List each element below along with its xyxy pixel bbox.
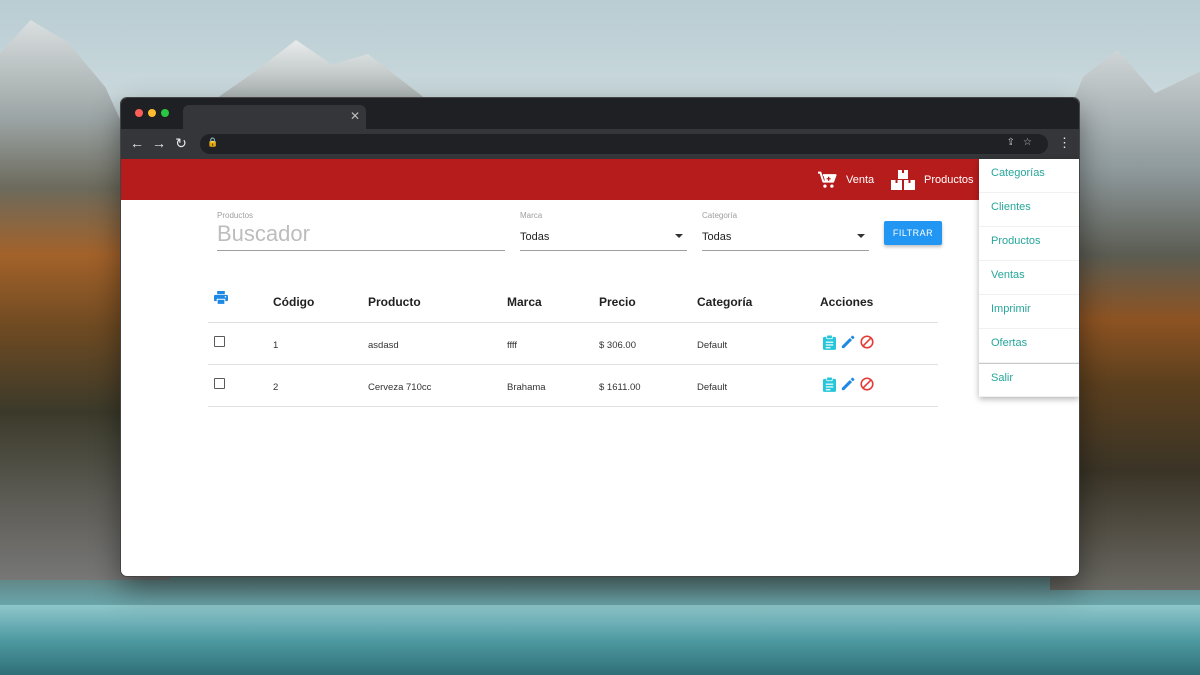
address-bar[interactable]: 🔒 ⇪☆ [200, 134, 1048, 154]
search-underline [217, 250, 505, 251]
share-and-bookmark-icons[interactable]: ⇪☆ [1007, 137, 1040, 148]
nav-productos[interactable]: Productos [891, 159, 974, 200]
categoria-select[interactable]: Categoría Todas [702, 211, 869, 251]
header-codigo: Código [273, 295, 315, 309]
cell-precio: $ 306.00 [599, 340, 636, 351]
cart-icon [818, 171, 837, 188]
row-checkbox[interactable] [214, 336, 225, 347]
caret-down-icon [857, 234, 865, 238]
print-icon[interactable] [213, 291, 229, 310]
row-checkbox[interactable] [214, 378, 225, 389]
categoria-underline [702, 250, 869, 251]
minimize-window-button[interactable] [148, 109, 156, 117]
cell-marca: Brahama [507, 382, 546, 393]
products-table: Código Producto Marca Precio Categoría A… [208, 281, 938, 407]
header-marca: Marca [507, 295, 542, 309]
nav-dropdown-menu: Categorías Clientes Productos Ventas Imp… [979, 159, 1079, 397]
cell-categoria: Default [697, 340, 728, 351]
pencil-icon[interactable] [840, 376, 856, 392]
browser-toolbar: ← → ↻ 🔒 ⇪☆ ⋮ [121, 129, 1079, 159]
pencil-icon[interactable] [840, 334, 856, 350]
filter-button[interactable]: FILTRAR [884, 221, 942, 245]
cell-marca: ffff [507, 340, 518, 351]
categoria-select-value: Todas [702, 231, 732, 243]
header-precio: Precio [599, 295, 636, 309]
search-input[interactable] [217, 221, 505, 247]
clipboard-icon[interactable] [821, 376, 837, 392]
header-acciones: Acciones [820, 295, 874, 309]
row-actions [821, 334, 875, 350]
maximize-window-button[interactable] [161, 109, 169, 117]
table-header: Código Producto Marca Precio Categoría A… [208, 281, 938, 323]
menu-item-ofertas[interactable]: Ofertas [979, 329, 1079, 363]
menu-item-imprimir[interactable]: Imprimir [979, 295, 1079, 329]
cell-codigo: 2 [273, 382, 279, 393]
cell-producto: asdasd [368, 340, 399, 351]
background-lake [0, 605, 1200, 675]
browser-tab[interactable]: ✕ [183, 105, 366, 129]
header-producto: Producto [368, 295, 421, 309]
boxes-icon [891, 169, 915, 190]
header-categoria: Categoría [697, 295, 753, 309]
marca-select[interactable]: Marca Todas [520, 211, 687, 251]
search-field: Productos [217, 211, 505, 251]
clipboard-icon[interactable] [821, 334, 837, 350]
menu-item-clientes[interactable]: Clientes [979, 193, 1079, 227]
block-icon[interactable] [859, 376, 875, 392]
menu-item-categorias[interactable]: Categorías [979, 159, 1079, 193]
browser-menu-icon[interactable]: ⋮ [1058, 135, 1071, 151]
marca-underline [520, 250, 687, 251]
marca-select-label: Marca [520, 211, 543, 220]
reload-icon[interactable]: ↻ [173, 135, 189, 151]
app-navbar: Venta Productos [121, 159, 1079, 200]
back-arrow-icon[interactable]: ← [129, 135, 145, 151]
categoria-select-label: Categoría [702, 211, 738, 220]
marca-select-value: Todas [520, 231, 550, 243]
cell-categoria: Default [697, 382, 728, 393]
close-window-button[interactable] [135, 109, 143, 117]
lock-icon: 🔒 [207, 137, 219, 147]
cell-codigo: 1 [273, 340, 279, 351]
caret-down-icon [675, 234, 683, 238]
tab-close-icon[interactable]: ✕ [350, 109, 360, 123]
browser-window: ✕ ← → ↻ 🔒 ⇪☆ ⋮ Venta Productos Categoría… [121, 98, 1079, 576]
browser-titlebar: ✕ [121, 98, 1079, 129]
menu-item-salir[interactable]: Salir [979, 363, 1079, 397]
nav-venta[interactable]: Venta [817, 159, 874, 200]
row-actions [821, 376, 875, 392]
menu-item-productos[interactable]: Productos [979, 227, 1079, 261]
block-icon[interactable] [859, 334, 875, 350]
forward-arrow-icon[interactable]: → [151, 135, 167, 151]
cell-producto: Cerveza 710cc [368, 382, 432, 393]
search-field-label: Productos [217, 211, 254, 220]
cell-precio: $ 1611.00 [599, 382, 641, 393]
table-row: 1 asdasd ffff $ 306.00 Default [208, 323, 938, 365]
table-row: 2 Cerveza 710cc Brahama $ 1611.00 Defaul… [208, 365, 938, 407]
menu-item-ventas[interactable]: Ventas [979, 261, 1079, 295]
nav-venta-label: Venta [846, 173, 875, 186]
nav-productos-label: Productos [924, 173, 974, 186]
